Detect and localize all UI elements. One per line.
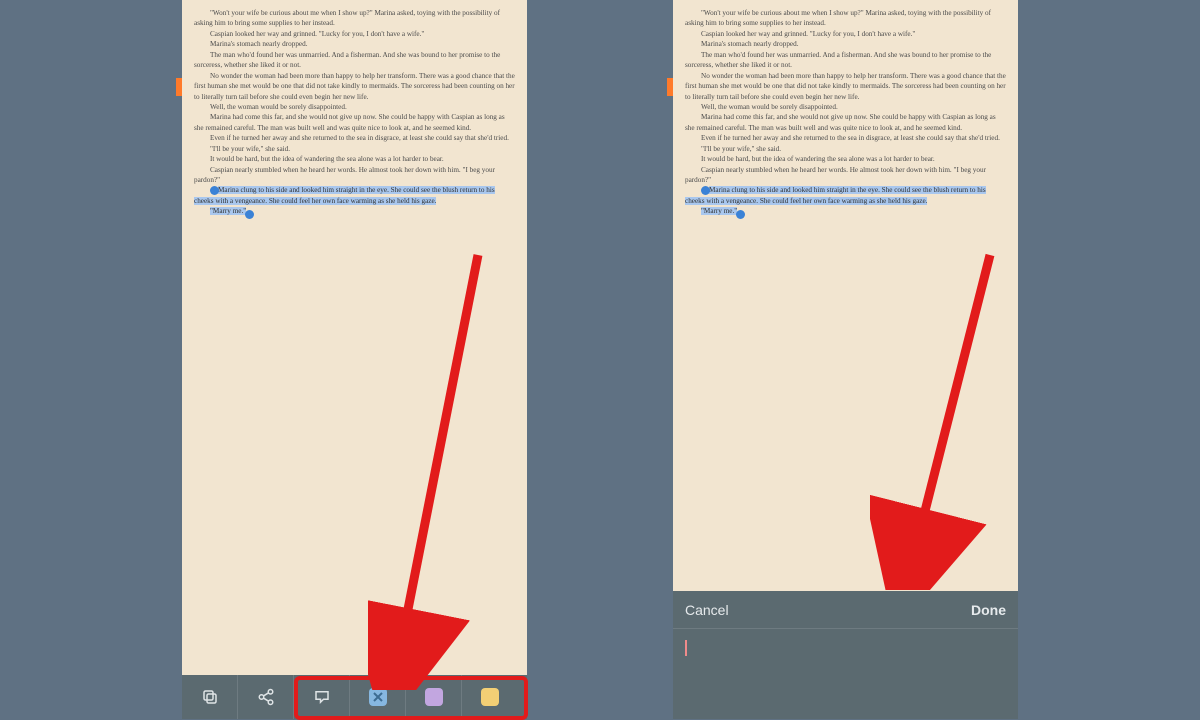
selection-block[interactable]: Marina clung to his side and looked him … bbox=[685, 185, 1006, 206]
device-left: "Won't your wife be curious about me whe… bbox=[182, 0, 527, 719]
share-icon bbox=[257, 688, 275, 706]
note-editor-panel: Cancel Done bbox=[673, 591, 1018, 719]
paragraph[interactable]: No wonder the woman had been more than h… bbox=[194, 71, 515, 102]
copy-icon bbox=[201, 688, 219, 706]
reader-page: "Won't your wife be curious about me whe… bbox=[182, 0, 527, 719]
selected-text[interactable]: Marina clung to his side and looked him … bbox=[194, 186, 495, 204]
paragraph[interactable]: "Won't your wife be curious about me whe… bbox=[685, 8, 1006, 29]
selection-block[interactable]: "Marry me." bbox=[685, 206, 1006, 216]
done-button[interactable]: Done bbox=[971, 602, 1006, 618]
paragraph[interactable]: "I'll be your wife," she said. bbox=[194, 144, 515, 154]
paragraph[interactable]: The man who'd found her was unmarried. A… bbox=[194, 50, 515, 71]
text-cursor bbox=[685, 640, 687, 656]
paragraph[interactable]: Marina had come this far, and she would … bbox=[194, 112, 515, 133]
paragraph[interactable]: Caspian nearly stumbled when he heard he… bbox=[685, 165, 1006, 186]
paragraph[interactable]: Caspian looked her way and grinned. "Luc… bbox=[194, 29, 515, 39]
selection-block[interactable]: "Marry me." bbox=[194, 206, 515, 216]
paragraph[interactable]: No wonder the woman had been more than h… bbox=[685, 71, 1006, 102]
note-editor-header: Cancel Done bbox=[673, 591, 1018, 629]
paragraph[interactable]: "I'll be your wife," she said. bbox=[685, 144, 1006, 154]
selected-text[interactable]: "Marry me." bbox=[701, 207, 737, 215]
paragraph[interactable]: Marina's stomach nearly dropped. bbox=[194, 39, 515, 49]
selection-handle-end[interactable] bbox=[245, 210, 254, 219]
callout-rect bbox=[294, 676, 528, 720]
selection-block[interactable]: Marina clung to his side and looked him … bbox=[194, 185, 515, 206]
paragraph[interactable]: "Won't your wife be curious about me whe… bbox=[194, 8, 515, 29]
paragraph[interactable]: Well, the woman would be sorely disappoi… bbox=[194, 102, 515, 112]
paragraph[interactable]: Even if he turned her away and she retur… bbox=[685, 133, 1006, 143]
paragraph[interactable]: Marina had come this far, and she would … bbox=[685, 112, 1006, 133]
bookmark-marker bbox=[667, 78, 673, 96]
selected-text[interactable]: "Marry me." bbox=[210, 207, 246, 215]
bookmark-marker bbox=[176, 78, 182, 96]
device-right: "Won't your wife be curious about me whe… bbox=[673, 0, 1018, 719]
paragraph[interactable]: Even if he turned her away and she retur… bbox=[194, 133, 515, 143]
copy-button[interactable] bbox=[182, 675, 238, 719]
paragraph[interactable]: The man who'd found her was unmarried. A… bbox=[685, 50, 1006, 71]
selection-handle-end[interactable] bbox=[736, 210, 745, 219]
paragraph[interactable]: It would be hard, but the idea of wander… bbox=[685, 154, 1006, 164]
paragraph[interactable]: Caspian looked her way and grinned. "Luc… bbox=[685, 29, 1006, 39]
share-button[interactable] bbox=[238, 675, 294, 719]
note-text-input[interactable] bbox=[673, 629, 1018, 719]
paragraph[interactable]: It would be hard, but the idea of wander… bbox=[194, 154, 515, 164]
paragraph[interactable]: Caspian nearly stumbled when he heard he… bbox=[194, 165, 515, 186]
paragraph[interactable]: Well, the woman would be sorely disappoi… bbox=[685, 102, 1006, 112]
cancel-button[interactable]: Cancel bbox=[685, 602, 729, 618]
paragraph[interactable]: Marina's stomach nearly dropped. bbox=[685, 39, 1006, 49]
selected-text[interactable]: Marina clung to his side and looked him … bbox=[685, 186, 986, 204]
